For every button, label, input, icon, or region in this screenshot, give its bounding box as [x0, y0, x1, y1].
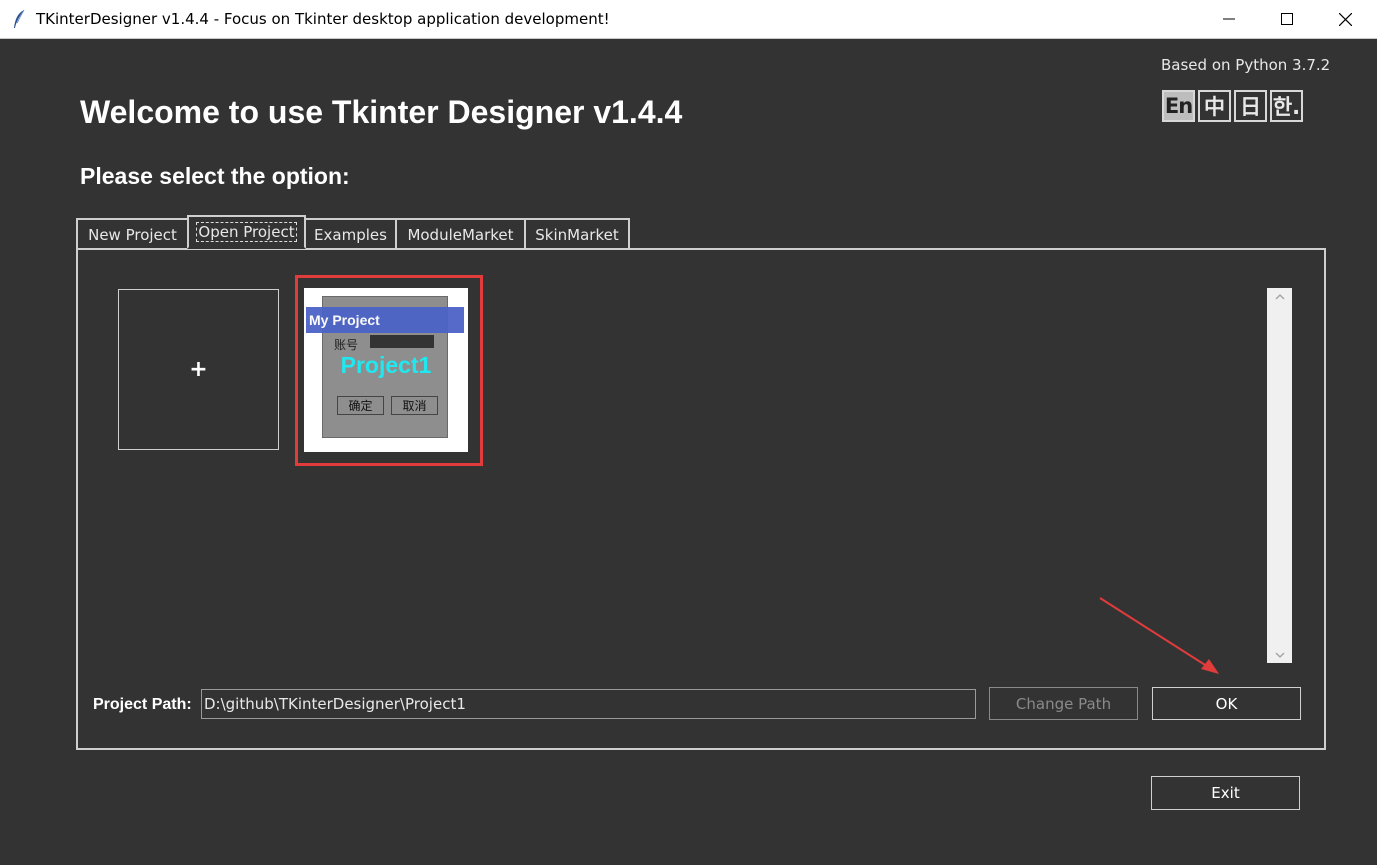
minimize-button[interactable]: [1200, 0, 1258, 38]
thumbnail-account-field: [370, 335, 434, 348]
project-name: Project1: [340, 352, 432, 378]
lang-zh-button[interactable]: 中: [1198, 90, 1231, 122]
ok-button[interactable]: OK: [1152, 687, 1301, 720]
lang-ko-button[interactable]: 한.: [1270, 90, 1303, 122]
scroll-down-arrow[interactable]: [1267, 647, 1292, 663]
window-titlebar: TKinterDesigner v1.4.4 - Focus on Tkinte…: [0, 0, 1377, 39]
tab-label: New Project: [88, 225, 177, 244]
new-project-tile[interactable]: +: [118, 289, 279, 450]
project-path-label: Project Path:: [93, 696, 192, 713]
minimize-icon: [1223, 18, 1235, 20]
tab-bar: New Project Open Project Examples Module…: [76, 215, 630, 249]
tab-label: Examples: [314, 225, 387, 244]
chevron-up-icon: [1275, 293, 1284, 299]
tab-label: ModuleMarket: [407, 225, 514, 244]
python-version-label: Based on Python 3.7.2: [1161, 56, 1331, 74]
welcome-title: Welcome to use Tkinter Designer v1.4.4: [80, 94, 683, 130]
language-selector: En 中 日 한.: [1162, 90, 1303, 122]
scroll-up-arrow[interactable]: [1267, 288, 1292, 304]
project-thumbnail[interactable]: My Project 账号 Project1 确定 取消: [304, 288, 468, 452]
select-option-label: Please select the option:: [80, 163, 350, 189]
chevron-down-icon: [1275, 652, 1284, 658]
vertical-scrollbar[interactable]: [1267, 288, 1292, 663]
change-path-button[interactable]: Change Path: [989, 687, 1138, 720]
thumbnail-ok-button: 确定: [337, 396, 384, 415]
tab-skin-market[interactable]: SkinMarket: [524, 218, 630, 249]
thumbnail-window-title: My Project: [306, 307, 464, 333]
annotation-arrow: [1099, 597, 1219, 674]
lang-ja-button[interactable]: 日: [1234, 90, 1267, 122]
tab-module-market[interactable]: ModuleMarket: [395, 218, 526, 249]
tab-open-project[interactable]: Open Project: [187, 215, 306, 249]
maximize-button[interactable]: [1258, 0, 1316, 38]
exit-button[interactable]: Exit: [1151, 776, 1300, 810]
tab-label: SkinMarket: [535, 225, 619, 244]
feather-icon: [14, 9, 25, 28]
tab-label: Open Project: [196, 222, 297, 242]
tab-examples[interactable]: Examples: [304, 218, 397, 249]
maximize-icon: [1281, 13, 1293, 25]
thumbnail-account-label: 账号: [334, 338, 359, 352]
tab-new-project[interactable]: New Project: [76, 218, 189, 249]
close-icon: [1338, 12, 1352, 26]
thumbnail-cancel-button: 取消: [391, 396, 438, 415]
lang-en-button[interactable]: En: [1162, 90, 1195, 122]
project-path-input[interactable]: [201, 689, 976, 719]
window-title: TKinterDesigner v1.4.4 - Focus on Tkinte…: [36, 10, 610, 28]
close-button[interactable]: [1316, 0, 1374, 38]
